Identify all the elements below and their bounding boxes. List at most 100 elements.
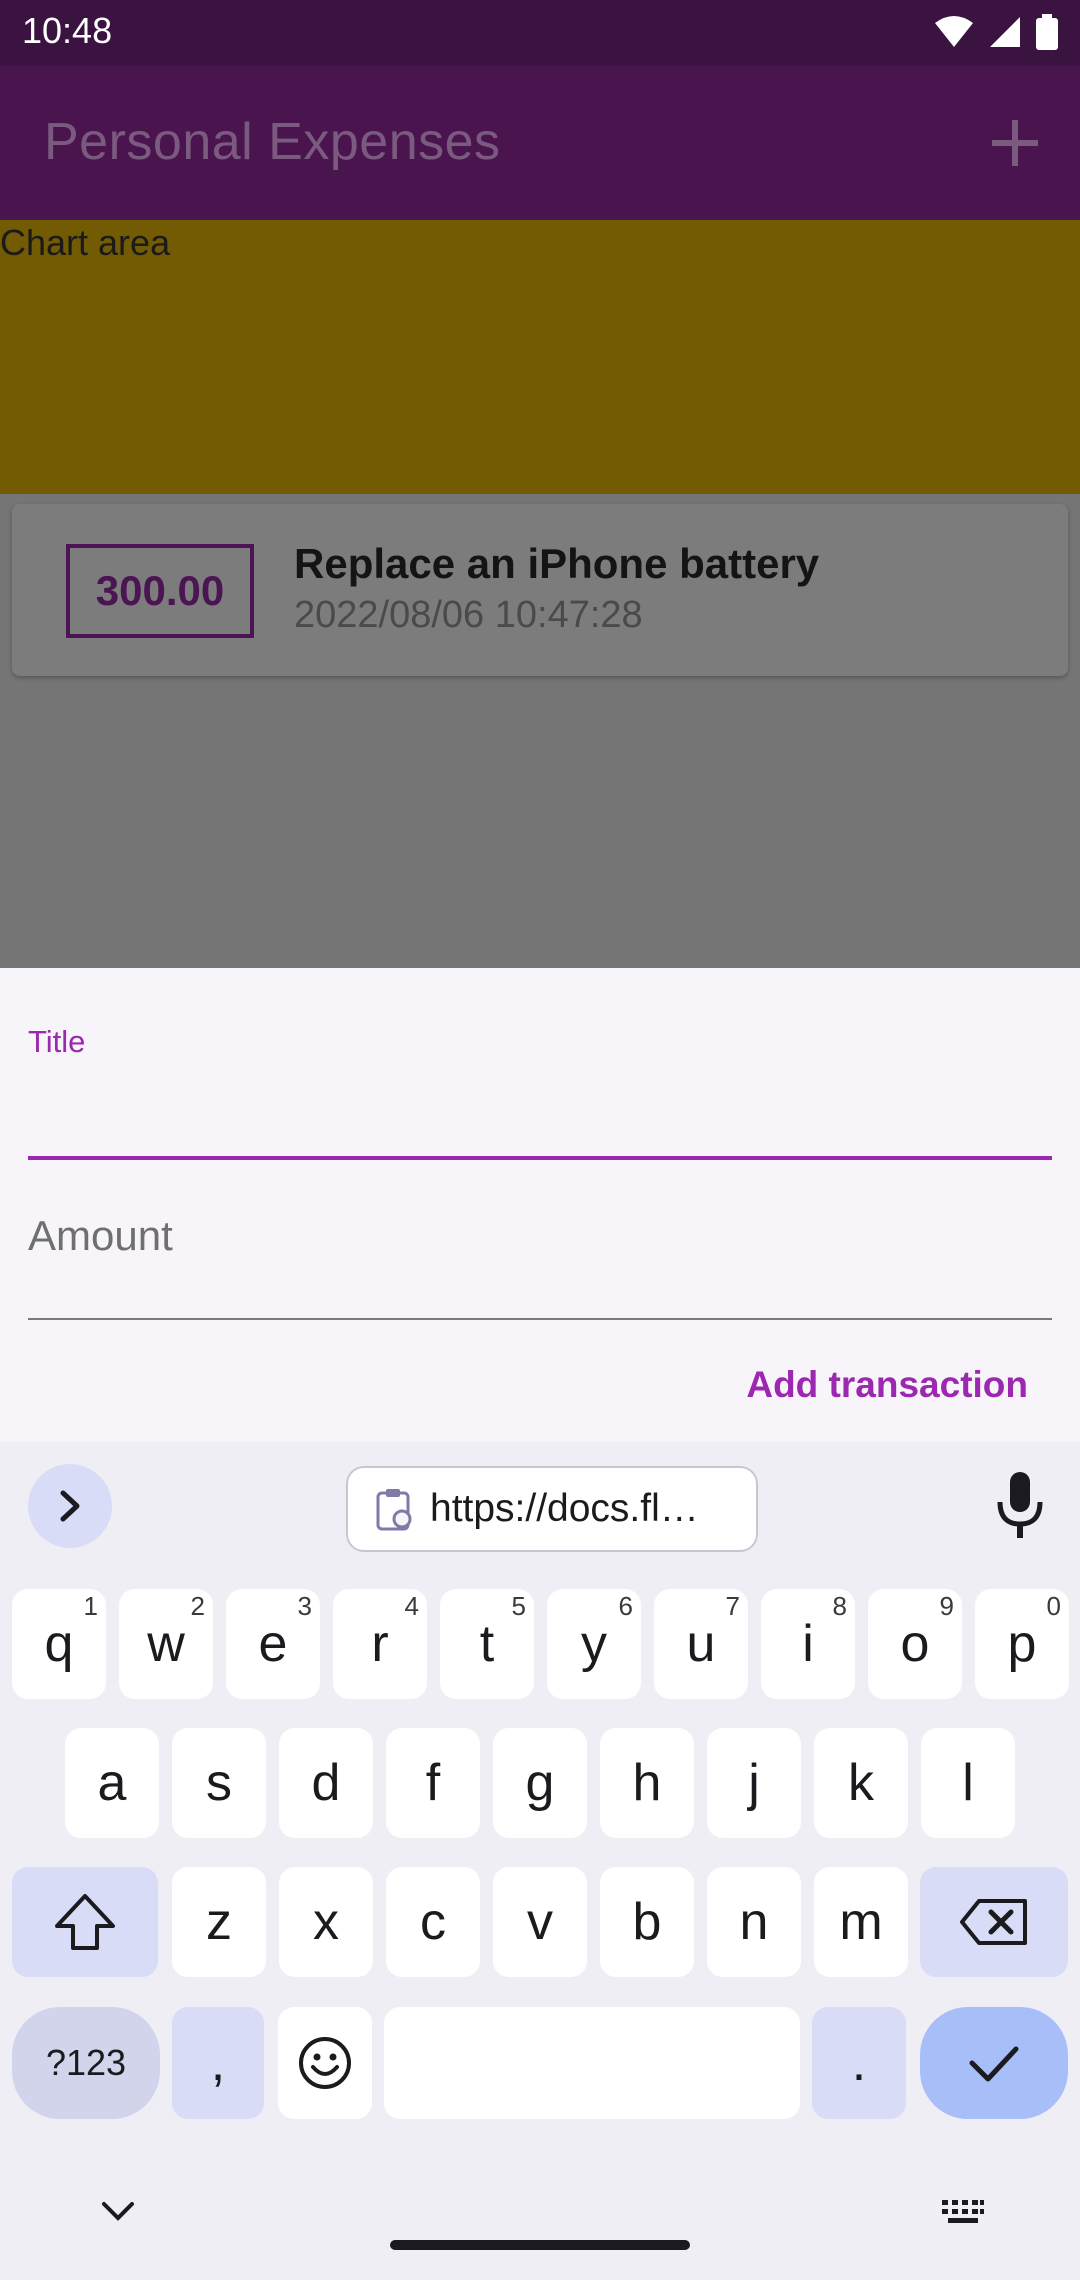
clipboard-suggestion[interactable]: https://docs.fl… — [346, 1466, 758, 1552]
key-w[interactable]: w2 — [119, 1589, 213, 1699]
clipboard-text: https://docs.fl… — [430, 1487, 699, 1530]
amount-field-underline — [28, 1318, 1052, 1320]
key-u[interactable]: u7 — [654, 1589, 748, 1699]
status-icons — [934, 14, 1058, 50]
symbols-key[interactable]: ?123 — [12, 2007, 160, 2119]
expand-toolbar-button[interactable] — [28, 1464, 112, 1548]
plus-icon[interactable] — [986, 114, 1044, 172]
key-k[interactable]: k — [814, 1728, 908, 1838]
key-label: j — [748, 1754, 760, 1812]
add-transaction-button[interactable]: Add transaction — [746, 1364, 1028, 1406]
hide-keyboard-icon[interactable] — [100, 2200, 136, 2224]
key-t[interactable]: t5 — [440, 1589, 534, 1699]
key-hint: 7 — [725, 1591, 740, 1621]
status-time: 10:48 — [22, 10, 113, 51]
transaction-date: 2022/08/06 10:47:28 — [294, 594, 643, 636]
backspace-icon — [960, 1899, 1027, 1945]
key-i[interactable]: i8 — [761, 1589, 855, 1699]
key-label: a — [97, 1754, 127, 1812]
emoji-key[interactable] — [278, 2007, 372, 2119]
shift-key[interactable] — [12, 1867, 158, 1977]
title-field-underline — [28, 1156, 1052, 1160]
key-p[interactable]: p0 — [975, 1589, 1069, 1699]
key-label: w — [147, 1615, 185, 1673]
done-key[interactable] — [920, 2007, 1068, 2119]
key-r[interactable]: r4 — [333, 1589, 427, 1699]
transaction-card[interactable]: 300.00 Replace an iPhone battery 2022/08… — [12, 504, 1068, 676]
chart-label: Chart area — [0, 222, 171, 263]
key-m[interactable]: m — [814, 1867, 908, 1977]
status-bar: 10:48 — [0, 0, 1080, 66]
key-n[interactable]: n — [707, 1867, 801, 1977]
key-j[interactable]: j — [707, 1728, 801, 1838]
microphone-icon[interactable] — [990, 1470, 1050, 1540]
key-h[interactable]: h — [600, 1728, 694, 1838]
key-hint: 8 — [832, 1591, 847, 1621]
key-q[interactable]: q1 — [12, 1589, 106, 1699]
key-d[interactable]: d — [279, 1728, 373, 1838]
clipboard-link-icon — [376, 1489, 412, 1531]
transaction-list: 300.00 Replace an iPhone battery 2022/08… — [0, 494, 1080, 968]
key-label: o — [900, 1615, 930, 1673]
key-label: r — [371, 1615, 389, 1673]
key-label: s — [206, 1754, 232, 1812]
checkmark-icon — [969, 2046, 1019, 2082]
period-key[interactable]: . — [812, 2007, 906, 2119]
key-s[interactable]: s — [172, 1728, 266, 1838]
chart-area: Chart area — [0, 220, 1080, 494]
key-label: e — [258, 1615, 288, 1673]
key-label: x — [313, 1893, 339, 1951]
key-hint: 1 — [83, 1591, 98, 1621]
space-key[interactable] — [384, 2007, 800, 2119]
key-c[interactable]: c — [386, 1867, 480, 1977]
transaction-title: Replace an iPhone battery — [294, 540, 820, 587]
key-x[interactable]: x — [279, 1867, 373, 1977]
key-label: m — [839, 1893, 883, 1951]
key-label: g — [525, 1754, 555, 1812]
key-o[interactable]: o9 — [868, 1589, 962, 1699]
comma-key[interactable]: , — [172, 2007, 264, 2119]
key-label: p — [1007, 1615, 1037, 1673]
key-y[interactable]: y6 — [547, 1589, 641, 1699]
key-label: d — [311, 1754, 341, 1812]
key-a[interactable]: a — [65, 1728, 159, 1838]
key-label: f — [425, 1754, 441, 1812]
key-label: v — [527, 1893, 553, 1951]
title-input[interactable] — [28, 1068, 1052, 1124]
shift-icon — [55, 1894, 115, 1950]
key-label: n — [739, 1893, 769, 1951]
key-v[interactable]: v — [493, 1867, 587, 1977]
home-indicator[interactable] — [390, 2240, 690, 2250]
key-b[interactable]: b — [600, 1867, 694, 1977]
key-hint: 9 — [939, 1591, 954, 1621]
key-f[interactable]: f — [386, 1728, 480, 1838]
title-field-label: Title — [28, 1024, 86, 1059]
app-bar: Personal Expenses — [0, 66, 1080, 220]
key-label: l — [962, 1754, 974, 1812]
key-hint: 6 — [618, 1591, 633, 1621]
key-g[interactable]: g — [493, 1728, 587, 1838]
wifi-icon — [935, 16, 973, 47]
backspace-key[interactable] — [920, 1867, 1068, 1977]
key-label: i — [802, 1615, 814, 1673]
key-hint: 4 — [404, 1591, 419, 1621]
soft-keyboard: https://docs.fl… ?123 , . q 1 w 2 e 3 r … — [0, 1442, 1080, 2280]
key-hint: 3 — [297, 1591, 312, 1621]
key-label: u — [686, 1615, 716, 1673]
transaction-amount: 300.00 — [66, 544, 254, 638]
key-label: h — [632, 1754, 662, 1812]
key-label: z — [206, 1893, 232, 1951]
key-hint: 5 — [511, 1591, 526, 1621]
key-e[interactable]: e3 — [226, 1589, 320, 1699]
key-label: t — [479, 1615, 495, 1673]
new-transaction-sheet: Title Amount Add transaction — [0, 968, 1080, 1442]
key-label: q — [44, 1615, 74, 1673]
key-label: c — [420, 1893, 446, 1951]
key-l[interactable]: l — [921, 1728, 1015, 1838]
key-label: y — [581, 1615, 607, 1673]
amount-input[interactable]: Amount — [28, 1212, 173, 1260]
cellular-icon — [990, 17, 1020, 47]
key-z[interactable]: z — [172, 1867, 266, 1977]
battery-icon — [1036, 14, 1058, 50]
keyboard-switch-icon[interactable] — [940, 2198, 986, 2226]
